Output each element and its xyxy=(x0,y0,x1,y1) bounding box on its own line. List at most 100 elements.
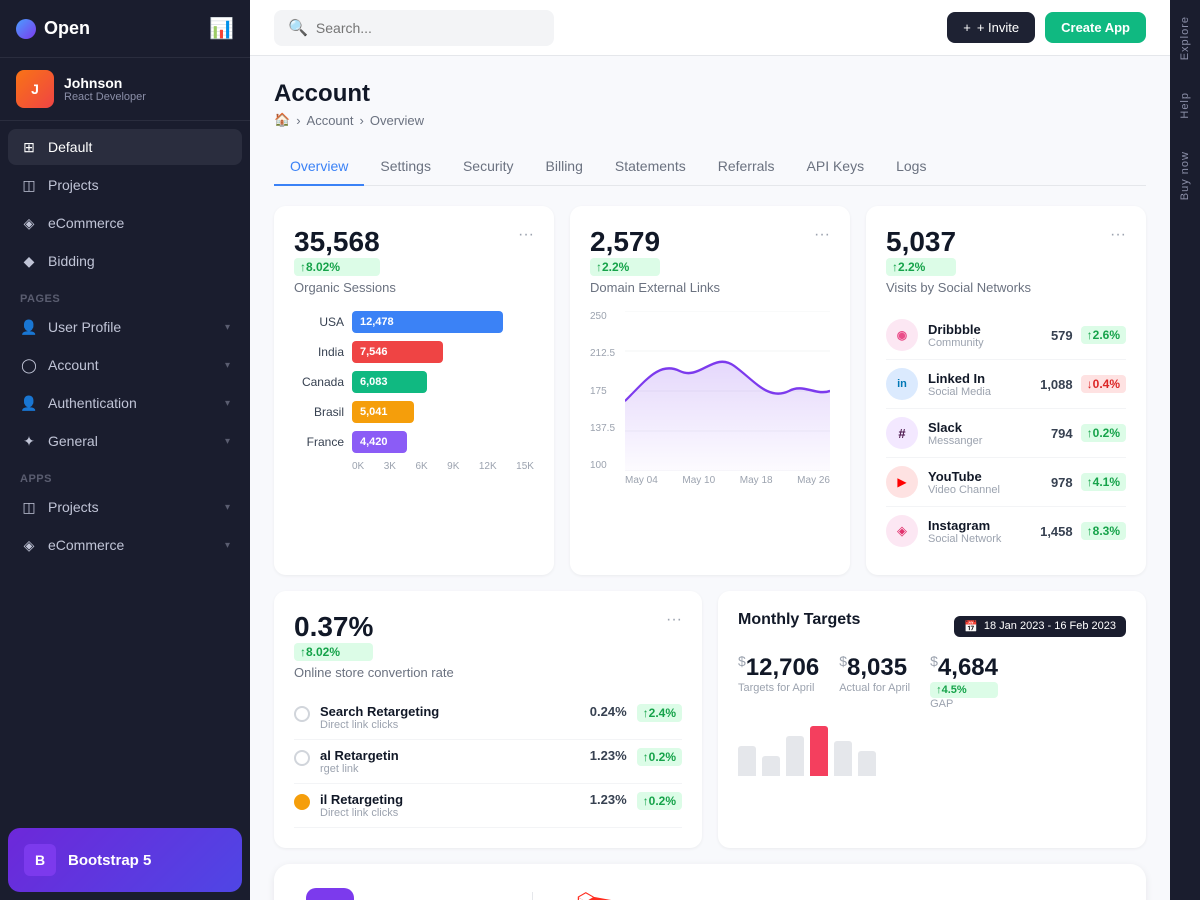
sidebar-logo: Open xyxy=(16,18,90,39)
social-value: 1,458 xyxy=(1040,524,1073,539)
user-name: Johnson xyxy=(64,75,146,91)
country-label: Brasil xyxy=(294,405,344,419)
sidebar-item-default[interactable]: ⊞ Default xyxy=(8,129,242,165)
invite-button[interactable]: + + Invite xyxy=(947,12,1035,43)
date-range: 📅 18 Jan 2023 - 16 Feb 2023 xyxy=(954,616,1126,637)
conv-item-name: il Retargeting xyxy=(320,792,403,807)
breadcrumb-current: Overview xyxy=(370,113,424,128)
mini-bar xyxy=(786,736,804,776)
organic-sessions-card: 35,568 ↑8.02% ··· Organic Sessions USA 1… xyxy=(274,206,554,575)
social-value: 1,088 xyxy=(1040,377,1073,392)
tab-overview[interactable]: Overview xyxy=(274,148,364,186)
targets-title: Monthly Targets xyxy=(738,611,860,629)
explore-label[interactable]: Explore xyxy=(1171,0,1199,76)
social-name: Dribbble xyxy=(928,322,984,337)
sidebar-item-ecommerce-app[interactable]: ◈ eCommerce ▾ xyxy=(8,527,242,563)
tab-security[interactable]: Security xyxy=(447,148,530,186)
sidebar-item-label: Bidding xyxy=(48,253,95,269)
breadcrumb-account[interactable]: Account xyxy=(307,113,354,128)
social-item-linkedin: in Linked In Social Media 1,088 ↓0.4% xyxy=(886,360,1126,409)
chevron-down-icon: ▾ xyxy=(225,398,230,409)
more-options-icon[interactable]: ··· xyxy=(518,226,534,244)
sidebar-item-authentication[interactable]: 👤 Authentication ▾ xyxy=(8,385,242,421)
social-value: 579 xyxy=(1051,328,1073,343)
search-bar[interactable]: 🔍 xyxy=(274,10,554,46)
social-badge: ↑2.6% xyxy=(1081,326,1126,344)
conv-circle xyxy=(294,706,310,722)
search-input[interactable] xyxy=(316,20,540,36)
help-label[interactable]: Help xyxy=(1171,76,1199,135)
projects-app-icon: ◫ xyxy=(20,498,38,516)
gap: $4,684 ↑4.5% GAP xyxy=(930,653,998,710)
sidebar-navigation: ⊞ Default ◫ Projects ◈ eCommerce ◆ Biddi… xyxy=(0,121,250,820)
conv-item-sub: Direct link clicks xyxy=(320,719,439,731)
apps-section-label: APPS xyxy=(8,461,242,489)
sidebar-item-ecommerce[interactable]: ◈ eCommerce xyxy=(8,205,242,241)
social-networks-badge: ↑2.2% xyxy=(886,258,956,276)
social-name: Slack xyxy=(928,420,982,435)
sidebar-item-account[interactable]: ◯ Account ▾ xyxy=(8,347,242,383)
sidebar-item-projects-app[interactable]: ◫ Projects ▾ xyxy=(8,489,242,525)
user-role: React Developer xyxy=(64,91,146,103)
mini-bar xyxy=(738,746,756,776)
create-app-button[interactable]: Create App xyxy=(1045,12,1146,43)
chart-area xyxy=(625,311,830,471)
framework-overlay: B Bootstrap 5 Laravel xyxy=(274,864,1146,900)
slack-icon: # xyxy=(886,417,918,449)
social-value: 794 xyxy=(1051,426,1073,441)
buy-now-label[interactable]: Buy now xyxy=(1171,135,1199,216)
ecommerce-app-icon: ◈ xyxy=(20,536,38,554)
sidebar-item-user-profile[interactable]: 👤 User Profile ▾ xyxy=(8,309,242,345)
avatar: J xyxy=(16,70,54,108)
sidebar-item-general[interactable]: ✦ General ▾ xyxy=(8,423,242,459)
chart-icon[interactable]: 📊 xyxy=(209,16,234,41)
conv-item-sub: Direct link clicks xyxy=(320,807,403,819)
conv-item-badge: ↑0.2% xyxy=(637,792,682,810)
more-options-icon[interactable]: ··· xyxy=(666,611,682,629)
tab-billing[interactable]: Billing xyxy=(530,148,599,186)
projects-icon: ◫ xyxy=(20,176,38,194)
targets-april: $12,706 Targets for April xyxy=(738,653,819,710)
social-networks-value: 5,037 xyxy=(886,226,956,257)
bidding-icon: ◆ xyxy=(20,252,38,270)
tab-logs[interactable]: Logs xyxy=(880,148,942,186)
framework-promo: B Bootstrap 5 xyxy=(8,828,242,892)
organic-sessions-badge: ↑8.02% xyxy=(294,258,380,276)
more-options-icon[interactable]: ··· xyxy=(814,226,830,244)
gap-sup: $ xyxy=(930,653,938,669)
country-label: USA xyxy=(294,315,344,329)
tab-api-keys[interactable]: API Keys xyxy=(791,148,881,186)
chevron-down-icon: ▾ xyxy=(225,502,230,513)
grid-icon: ⊞ xyxy=(20,138,38,156)
account-icon: ◯ xyxy=(20,356,38,374)
conv-item-name: al Retargetin xyxy=(320,748,399,763)
tab-settings[interactable]: Settings xyxy=(364,148,447,186)
tab-referrals[interactable]: Referrals xyxy=(702,148,791,186)
sidebar-item-projects[interactable]: ◫ Projects xyxy=(8,167,242,203)
bar-france: 4,420 xyxy=(352,431,407,453)
sidebar-item-label: User Profile xyxy=(48,319,121,335)
country-label: Canada xyxy=(294,375,344,389)
country-label: France xyxy=(294,435,344,449)
sidebar: Open 📊 J Johnson React Developer ⊞ Defau… xyxy=(0,0,250,900)
pages-section-label: PAGES xyxy=(8,281,242,309)
general-icon: ✦ xyxy=(20,432,38,450)
conv-label: Online store convertion rate xyxy=(294,665,682,680)
monthly-targets-card: Monthly Targets 📅 18 Jan 2023 - 16 Feb 2… xyxy=(718,591,1146,848)
tab-statements[interactable]: Statements xyxy=(599,148,702,186)
page-header: Account 🏠 › Account › Overview xyxy=(274,80,1146,128)
social-item-instagram: ◈ Instagram Social Network 1,458 ↑8.3% xyxy=(886,507,1126,555)
conversion-rate-card: 0.37% ↑8.02% ··· Online store convertion… xyxy=(274,591,702,848)
main-content: 🔍 + + Invite Create App Account 🏠 › Acco… xyxy=(250,0,1170,900)
conv-item-name: Search Retargeting xyxy=(320,704,439,719)
sidebar-item-bidding[interactable]: ◆ Bidding xyxy=(8,243,242,279)
conversion-list: Search Retargeting Direct link clicks 0.… xyxy=(294,696,682,828)
social-name: YouTube xyxy=(928,469,1000,484)
conv-pct: 0.24% xyxy=(590,704,627,719)
more-options-icon[interactable]: ··· xyxy=(1110,226,1126,244)
conv-circle xyxy=(294,750,310,766)
y-axis: 250212.5175137.5100 xyxy=(590,311,620,471)
user-profile-section: J Johnson React Developer xyxy=(0,58,250,121)
domain-external-label: Domain External Links xyxy=(590,280,830,295)
chevron-down-icon: ▾ xyxy=(225,436,230,447)
